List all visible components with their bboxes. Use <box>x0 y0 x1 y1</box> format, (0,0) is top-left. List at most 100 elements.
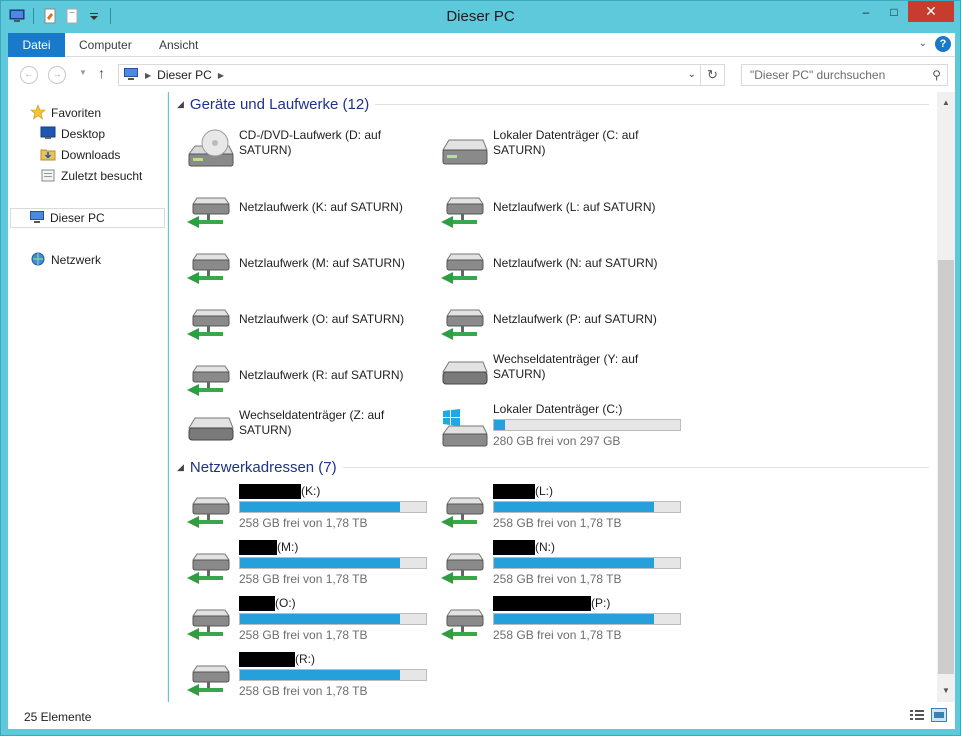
drive-letter: (L:) <box>535 484 553 498</box>
nav-network[interactable]: Netzwerk <box>30 250 101 270</box>
group-divider <box>342 466 929 468</box>
help-icon[interactable]: ? <box>935 36 951 52</box>
nav-recent-label: Zuletzt besucht <box>61 169 143 183</box>
collapse-chevron-icon[interactable]: ◢ <box>177 99 184 110</box>
redacted-name <box>239 596 275 611</box>
network-location-r[interactable]: (R:) 258 GB frei von 1,78 TB <box>169 652 427 702</box>
ribbon-tabs: Datei Computer Ansicht ⌄ ? <box>8 33 955 57</box>
network-location-o[interactable]: (O:) 258 GB frei von 1,78 TB <box>169 596 427 646</box>
forward-button[interactable]: → <box>48 66 66 84</box>
drive-tile-c-saturn[interactable]: Lokaler Datenträger (C: auf SATURN) <box>423 124 673 174</box>
nav-this-pc[interactable]: Dieser PC <box>10 208 165 228</box>
network-label: (K:) <box>239 484 419 499</box>
tab-datei[interactable]: Datei <box>8 33 65 57</box>
drive-tile-y[interactable]: Wechseldatenträger (Y: auf SATURN) <box>423 348 673 398</box>
ribbon-expand-icon[interactable]: ⌄ <box>919 38 927 49</box>
nav-downloads-label: Downloads <box>61 148 121 162</box>
network-drive-icon <box>185 544 235 586</box>
dvd-drive-icon <box>185 128 235 170</box>
nav-desktop-label: Desktop <box>61 127 106 141</box>
recent-locations-icon[interactable]: ▼ <box>79 68 87 77</box>
tab-computer[interactable]: Computer <box>67 33 144 57</box>
scroll-up-icon[interactable]: ▲ <box>937 94 955 112</box>
network-location-k[interactable]: (K:) 258 GB frei von 1,78 TB <box>169 484 427 534</box>
search-icon[interactable]: ⚲ <box>932 65 941 85</box>
drive-label: Lokaler Datenträger (C:) <box>493 402 623 416</box>
removable-drive-icon <box>185 408 235 450</box>
drive-tile-r[interactable]: Netzlaufwerk (R: auf SATURN) <box>169 352 419 402</box>
star-icon <box>30 103 46 123</box>
network-drive-icon <box>185 356 235 398</box>
group-header-devices[interactable]: ◢ Geräte und Laufwerke (12) <box>177 93 929 115</box>
redacted-name <box>493 596 591 611</box>
group-divider <box>375 103 929 105</box>
network-location-l[interactable]: (L:) 258 GB frei von 1,78 TB <box>423 484 681 534</box>
group-header-network[interactable]: ◢ Netzwerkadressen (7) <box>177 456 929 478</box>
close-button[interactable]: ✕ <box>908 1 954 22</box>
drive-tile-k[interactable]: Netzlaufwerk (K: auf SATURN) <box>169 184 419 234</box>
network-drive-icon <box>185 656 235 698</box>
drive-usage-bar <box>493 419 681 431</box>
address-toolbar: ← → ▼ ↑ ▶ Dieser PC ▶ ⌄ ↻ "Dieser PC" du… <box>8 57 955 92</box>
scroll-thumb[interactable] <box>938 260 954 674</box>
explorer-window: Dieser PC – □ ✕ Datei Computer Ansicht ⌄… <box>0 0 961 736</box>
breadcrumb-arrow-icon[interactable]: ▶ <box>145 71 151 80</box>
scroll-down-icon[interactable]: ▼ <box>937 682 955 700</box>
network-location-m[interactable]: (M:) 258 GB frei von 1,78 TB <box>169 540 427 590</box>
redacted-name <box>493 484 535 499</box>
nav-favorites[interactable]: Favoriten <box>30 103 101 123</box>
tab-ansicht[interactable]: Ansicht <box>147 33 210 57</box>
up-button[interactable]: ↑ <box>98 65 105 81</box>
minimize-button[interactable]: – <box>852 1 880 22</box>
network-label: (P:) <box>493 596 673 611</box>
drive-tile-dvd[interactable]: CD-/DVD-Laufwerk (D: auf SATURN) <box>169 124 419 174</box>
group-title-network: Netzwerkadressen (7) <box>189 458 337 476</box>
details-view-icon[interactable] <box>909 708 925 722</box>
maximize-button[interactable]: □ <box>880 1 908 22</box>
network-location-p[interactable]: (P:) 258 GB frei von 1,78 TB <box>423 596 681 646</box>
drive-usage-fill <box>494 614 654 624</box>
drive-tile-l[interactable]: Netzlaufwerk (L: auf SATURN) <box>423 184 673 234</box>
drive-usage-fill <box>240 614 400 624</box>
drive-label: Netzlaufwerk (K: auf SATURN) <box>239 200 403 214</box>
network-drive-icon <box>439 188 489 230</box>
drive-free-space: 258 GB frei von 1,78 TB <box>493 572 622 586</box>
network-drive-icon <box>185 600 235 642</box>
address-bar[interactable]: ▶ Dieser PC ▶ ⌄ ↻ <box>118 64 725 86</box>
tiles-view-icon[interactable] <box>931 708 947 722</box>
drive-free-space: 258 GB frei von 1,78 TB <box>239 628 368 642</box>
drive-label: Lokaler Datenträger (C: auf SATURN) <box>493 128 639 157</box>
back-button[interactable]: ← <box>20 66 38 84</box>
address-dropdown-icon[interactable]: ⌄ <box>688 69 696 80</box>
network-location-n[interactable]: (N:) 258 GB frei von 1,78 TB <box>423 540 681 590</box>
collapse-chevron-icon[interactable]: ◢ <box>177 462 184 473</box>
drive-tile-c-local[interactable]: Lokaler Datenträger (C:) 280 GB frei von… <box>423 402 681 454</box>
recent-places-icon <box>40 167 56 186</box>
drive-tile-n[interactable]: Netzlaufwerk (N: auf SATURN) <box>423 240 673 290</box>
drive-letter: (R:) <box>295 652 315 666</box>
refresh-button[interactable]: ↻ <box>700 65 724 85</box>
network-drive-icon <box>185 300 235 342</box>
drive-label: Wechseldatenträger (Z: auf SATURN) <box>239 408 385 437</box>
drive-usage-bar <box>239 557 427 569</box>
vertical-scrollbar[interactable]: ▲ ▼ <box>937 92 955 702</box>
drive-letter: (O:) <box>275 596 296 610</box>
redacted-name <box>493 540 535 555</box>
nav-desktop[interactable]: Desktop <box>40 124 105 144</box>
network-label: (N:) <box>493 540 673 555</box>
drive-usage-fill <box>494 558 654 568</box>
navigation-pane: Favoriten Desktop Downloads Zuletzt besu… <box>8 92 168 702</box>
network-drive-icon <box>185 244 235 286</box>
drive-letter: (K:) <box>301 484 321 498</box>
drive-usage-fill <box>494 420 506 430</box>
drive-tile-p[interactable]: Netzlaufwerk (P: auf SATURN) <box>423 296 673 346</box>
breadcrumb-dieser-pc[interactable]: Dieser PC <box>157 68 212 82</box>
drive-letter: (N:) <box>535 540 555 554</box>
drive-tile-m[interactable]: Netzlaufwerk (M: auf SATURN) <box>169 240 419 290</box>
drive-tile-o[interactable]: Netzlaufwerk (O: auf SATURN) <box>169 296 419 346</box>
drive-tile-z[interactable]: Wechseldatenträger (Z: auf SATURN) <box>169 404 419 454</box>
nav-recent[interactable]: Zuletzt besucht <box>40 166 142 186</box>
nav-downloads[interactable]: Downloads <box>40 145 120 165</box>
breadcrumb-arrow-icon[interactable]: ▶ <box>218 71 224 80</box>
search-input[interactable]: "Dieser PC" durchsuchen ⚲ <box>741 64 948 86</box>
